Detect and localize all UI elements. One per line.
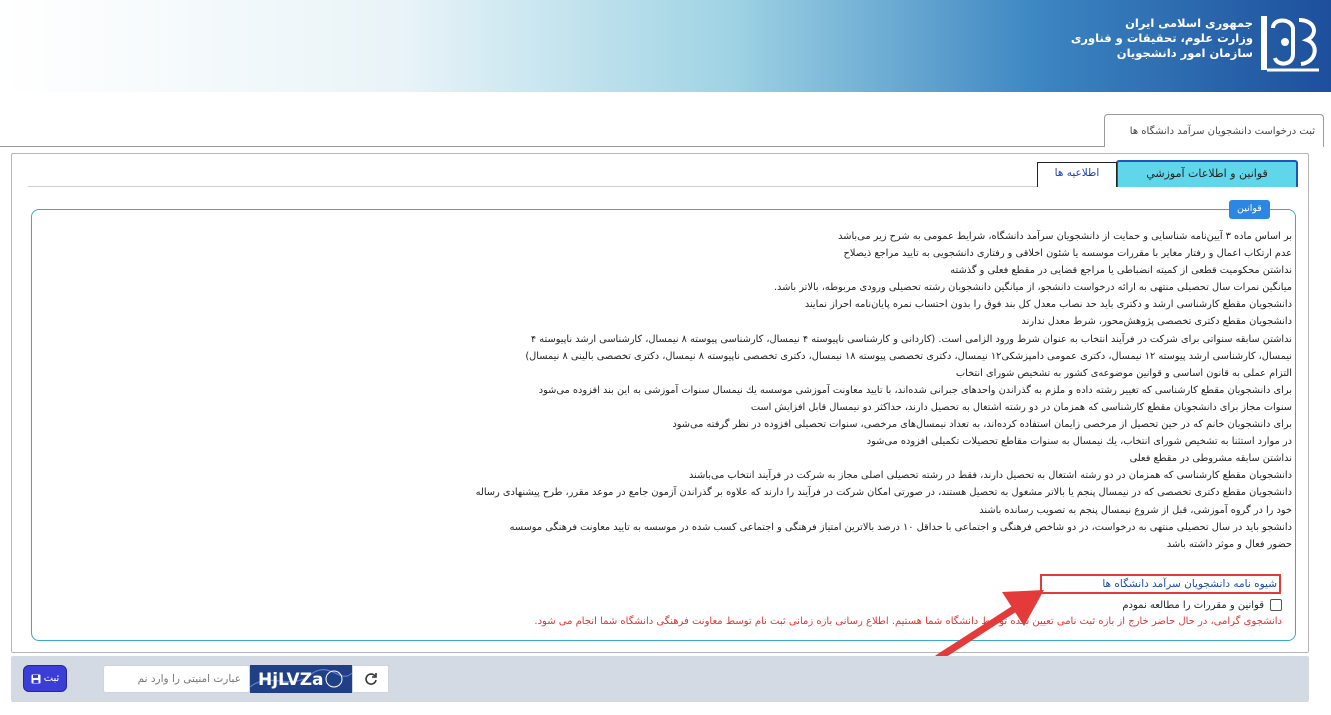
agree-checkbox-row[interactable]: قوانين و مقررات را مطالعه نمودم — [1080, 597, 1282, 613]
tab-rules[interactable]: قوانين و اطلاعات آموزشي — [1116, 160, 1298, 187]
org-line-2: وزارت علوم، تحقیقات و فناوری — [1070, 31, 1253, 45]
rule-line: ميانگين نمرات سال تحصيلی منتهی به ارائه … — [773, 282, 1292, 294]
agree-checkbox[interactable] — [1270, 599, 1282, 611]
rule-line: دانشجو بايد در سال تحصيلی منتهی به درخوا… — [509, 521, 1292, 533]
breadcrumb-tab[interactable]: ثبت درخواست دانشجويان سرآمد دانشگاه ها — [1104, 114, 1324, 147]
guide-document-link[interactable]: شیوه نامه دانشجویان سرآمد دانشگاه ها — [1040, 574, 1281, 594]
org-line-3: سازمان امور دانشجویان — [1116, 46, 1253, 60]
org-line-1: جمهوری اسلامی ایران — [1125, 16, 1253, 30]
rules-legend: قوانین — [1229, 200, 1270, 219]
breadcrumb-divider — [0, 146, 1105, 147]
captcha-image: HjLVZa — [249, 665, 353, 693]
rule-line: نداشتن سابقه مشروطی در مقطع فعلی — [1129, 453, 1292, 465]
save-icon — [31, 674, 41, 683]
tab-rules-label: قوانين و اطلاعات آموزشي — [1146, 167, 1268, 180]
rule-line: التزام عملی به قانون اساسی و قوانين موضو… — [955, 367, 1292, 379]
submit-label: ثبت — [43, 673, 60, 684]
rule-line: حضور فعال و موثر داشته باشد — [1166, 538, 1292, 550]
rule-line: برای دانشجويان مقطع كارشناسی كه تغيير رش… — [538, 384, 1292, 396]
org-name: جمهوری اسلامی ایران وزارت علوم، تحقیقات … — [1071, 16, 1253, 61]
rule-line: سنوات مجاز برای دانشجويان مقطع كارشناسی … — [750, 401, 1292, 413]
security-code-input[interactable] — [103, 665, 250, 693]
tab-announcements-label: اطلاعیه ها — [1054, 167, 1100, 179]
rule-line: نداشتن سابقه سنواتی برای شرکت در فرآيند … — [530, 333, 1292, 345]
rule-line: در موارد استثنا به تشخيص شورای انتخاب، ي… — [866, 436, 1292, 448]
captcha-graphic: HjLVZa — [249, 665, 353, 693]
rules-list: بر اساس ماده ۳ آیین‌نامه شناسایی و حمایت… — [36, 228, 1292, 553]
breadcrumb-label: ثبت درخواست دانشجويان سرآمد دانشگاه ها — [1129, 126, 1315, 137]
rule-line: دانشجويان مقطع دكتری تخصصی كه در نيمسال … — [475, 487, 1292, 499]
page-root: جمهوری اسلامی ایران وزارت علوم، تحقیقات … — [0, 0, 1331, 715]
organization-logo — [1261, 16, 1319, 72]
refresh-captcha-button[interactable] — [352, 665, 389, 693]
rule-line: عدم ارتكاب اعمال و رفتار مغاير با مقررات… — [843, 248, 1293, 260]
rule-line: دانشجويان مقطع كارشناسی كه همزمان در دو … — [688, 470, 1292, 482]
submit-button[interactable]: ثبت — [23, 665, 67, 692]
rule-line: دانشجویان مقطع كارشناسی ارشد و دکتری باي… — [804, 299, 1292, 311]
rule-line: برای دانشجويان خانم كه در حين تحصيل از م… — [672, 419, 1292, 431]
rule-line: دانشجويان مقطع دکتری تخصصی پژوهش‌محور، ش… — [1021, 316, 1292, 328]
rule-line: نیمسال، كارشناسی ارشد پيوسته ۱۲ نیمسال، … — [525, 350, 1292, 362]
captcha-text: HjLVZa — [258, 670, 324, 690]
registration-notice: دانشجوی گرامی، در حال حاضر خارج از بازه … — [534, 616, 1282, 627]
tab-announcements[interactable]: اطلاعیه ها — [1037, 162, 1117, 187]
agree-label: قوانين و مقررات را مطالعه نمودم — [1122, 599, 1264, 611]
rule-line: نداشتن محكوميت قطعی از كميته انضباطی يا … — [950, 265, 1292, 277]
rule-line: بر اساس ماده ۳ آیین‌نامه شناسایی و حمایت… — [838, 231, 1292, 242]
header-banner: جمهوری اسلامی ایران وزارت علوم، تحقیقات … — [0, 0, 1331, 92]
refresh-icon — [364, 673, 377, 685]
rule-line: خود را در گروه آموزشی، قبل از شروع نيمسا… — [979, 504, 1292, 516]
